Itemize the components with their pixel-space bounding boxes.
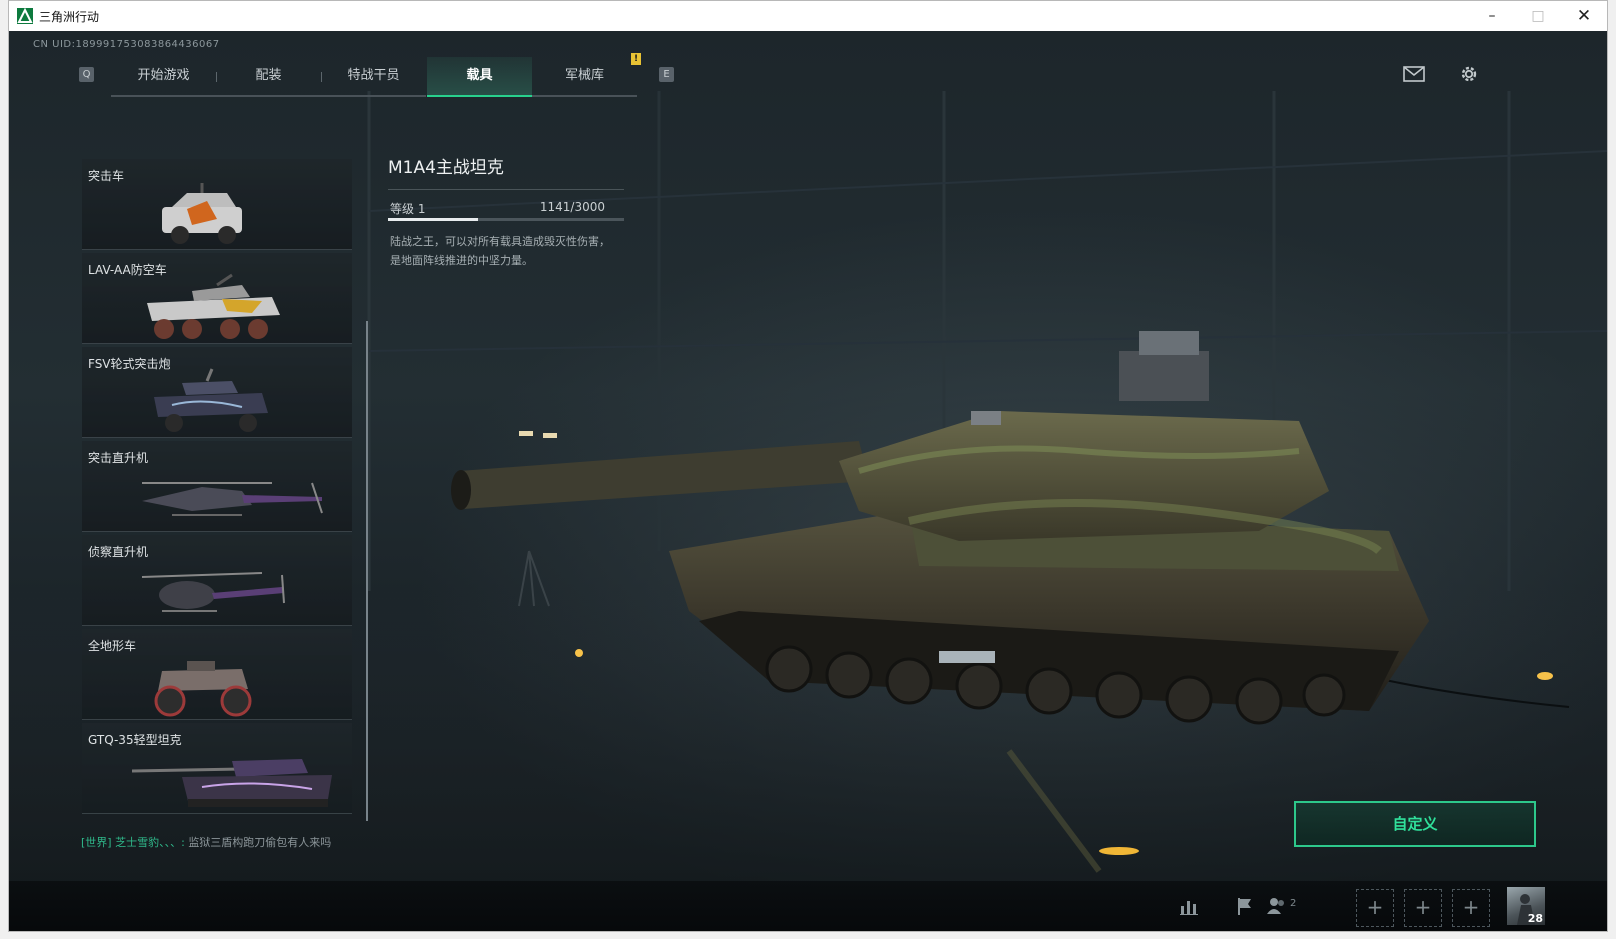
divider <box>388 189 624 190</box>
scout-helicopter-icon <box>141 572 285 612</box>
minimize-button[interactable]: – <box>1469 1 1515 31</box>
game-viewport: CN UID:1899917530838644360​67 Q 开始游戏 配装 … <box>9 31 1607 931</box>
tab-armory[interactable]: 军械库 <box>532 57 637 97</box>
bar-chart-icon[interactable] <box>1179 896 1199 916</box>
squad-slot[interactable]: + <box>1356 889 1394 927</box>
vehicle-list: 突击车 LAV-AA防空车 FSV轮式突击炮 突击直升机 侦察直升机 全地形车 … <box>82 159 352 821</box>
e-key-hint: E <box>659 67 674 82</box>
attack-helicopter-icon <box>142 482 323 516</box>
assault-car-icon <box>162 183 242 244</box>
list-scrollbar[interactable] <box>366 321 368 821</box>
chat-message: 监狱三盾构跑刀偷包有人来吗 <box>188 836 332 849</box>
vehicle-list-item[interactable]: 突击车 <box>82 159 352 250</box>
player-avatar[interactable]: 28 <box>1507 887 1545 925</box>
vehicle-list-item[interactable]: FSV轮式突击炮 <box>82 347 352 438</box>
vehicle-list-item[interactable]: 全地形车 <box>82 629 352 720</box>
world-chat-line[interactable]: [世界] 芝士雪豹、、、: 监狱三盾构跑刀偷包有人来吗 <box>81 834 331 850</box>
squad-slot[interactable]: + <box>1452 889 1490 927</box>
tab-vehicles[interactable]: 载具 <box>427 57 532 97</box>
customize-button[interactable]: 自定义 <box>1294 801 1536 847</box>
chat-channel: [世界] <box>81 836 112 849</box>
level-label: 等级 1 <box>390 202 426 216</box>
atv-icon <box>154 661 252 717</box>
window-title: 三角洲行动 <box>39 10 100 24</box>
uid-label: CN UID:1899917530838644360​67 <box>33 39 220 50</box>
anti-air-vehicle-icon <box>147 273 280 339</box>
xp-progress-bar <box>388 218 624 221</box>
maximize-button[interactable]: □ <box>1515 1 1561 31</box>
vehicle-title: M1A4主战坦克 <box>388 158 504 178</box>
vehicle-name: 全地形车 <box>88 639 137 653</box>
vehicle-name: 突击车 <box>88 169 125 183</box>
vehicle-list-item[interactable]: 突击直升机 <box>82 441 352 532</box>
tab-start-game[interactable]: 开始游戏 <box>111 57 216 97</box>
friends-count: 2 <box>1290 898 1297 909</box>
xp-progress-fill <box>388 218 478 221</box>
player-level: 28 <box>1527 912 1543 925</box>
vehicle-list-item[interactable]: GTQ-35轻型坦克 <box>82 723 352 814</box>
xp-progress-text: 1141/3000 <box>539 200 605 214</box>
tab-loadout[interactable]: 配装 <box>216 57 321 97</box>
app-logo-icon <box>17 8 33 24</box>
application-window: 三角洲行动 – □ ✕ CN <box>8 0 1608 932</box>
vehicle-description: 陆战之王，可以对所有载具造成毁灭性伤害，是地面阵线推进的中坚力量。 <box>390 235 610 267</box>
title-bar[interactable]: 三角洲行动 – □ ✕ <box>9 1 1607 31</box>
mail-icon[interactable] <box>1403 66 1425 82</box>
friends-icon[interactable] <box>1265 896 1287 916</box>
wheeled-assault-gun-icon <box>154 368 268 432</box>
vehicle-list-item[interactable]: 侦察直升机 <box>82 535 352 626</box>
q-key-hint: Q <box>79 67 94 82</box>
close-button[interactable]: ✕ <box>1561 1 1607 31</box>
light-tank-icon <box>132 759 332 807</box>
main-battle-tank-model[interactable] <box>439 291 1459 761</box>
chat-username: 芝士雪豹、、、: <box>115 836 185 849</box>
squad-slot[interactable]: + <box>1404 889 1442 927</box>
tab-operators[interactable]: 特战干员 <box>321 57 426 97</box>
gear-icon[interactable] <box>1459 64 1479 84</box>
bottom-bar: 2 + + + 28 <box>9 881 1607 931</box>
vehicle-list-item[interactable]: LAV-AA防空车 <box>82 253 352 344</box>
flag-icon[interactable] <box>1235 896 1255 916</box>
alert-badge: ! <box>631 53 641 65</box>
